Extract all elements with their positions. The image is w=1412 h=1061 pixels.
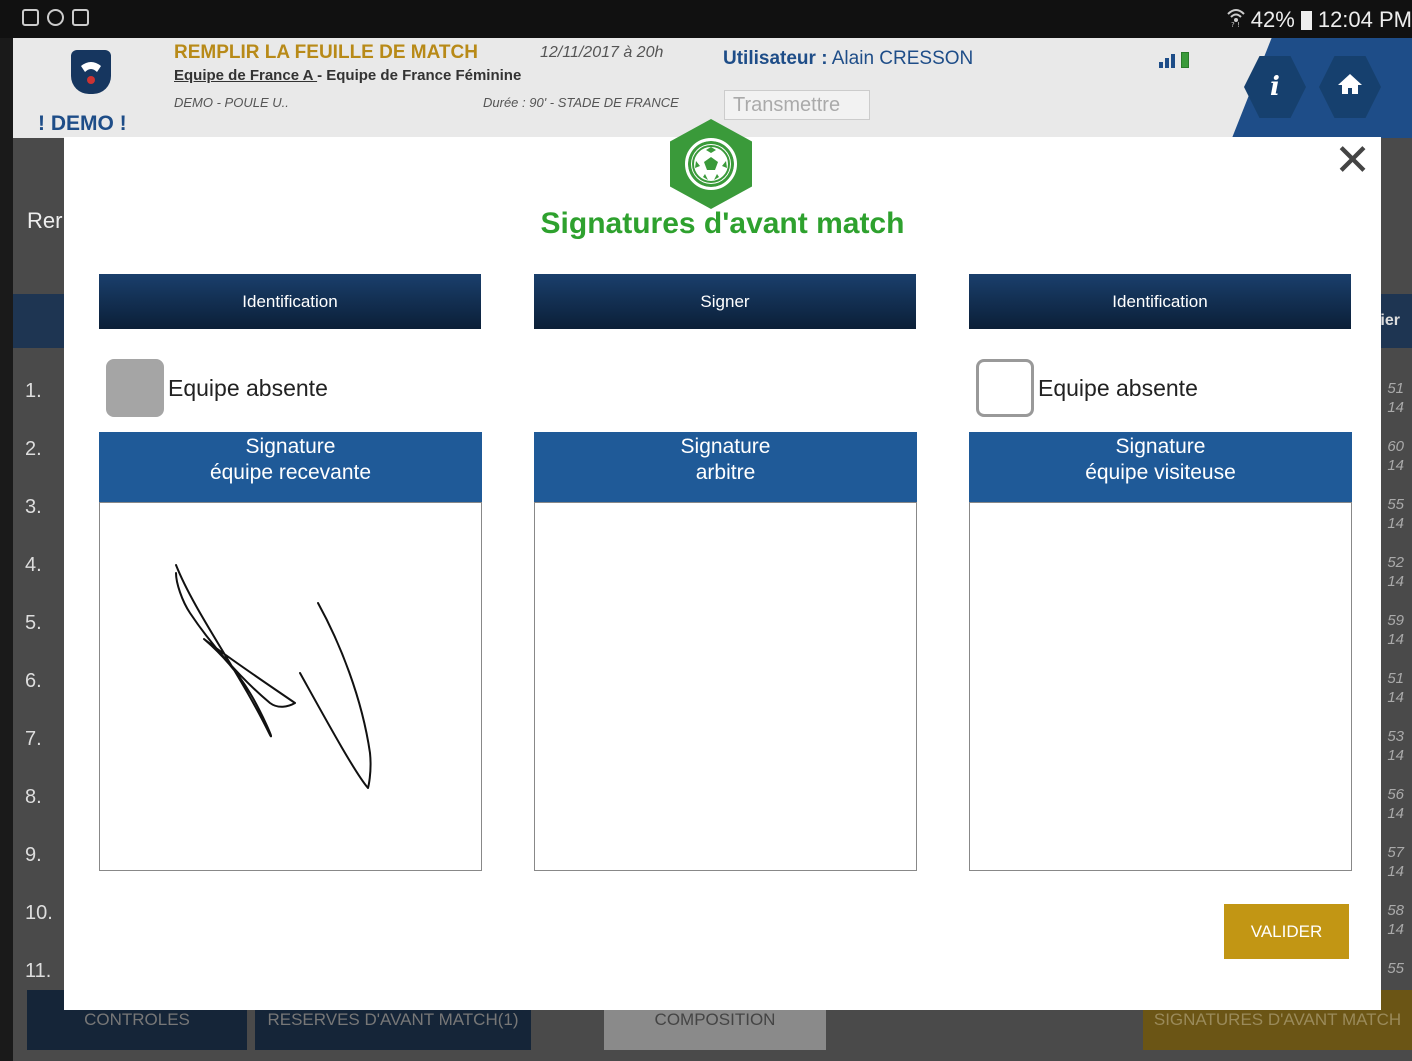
- player-row-number: 5.: [25, 612, 42, 634]
- away-absent-toggle[interactable]: Equipe absente: [976, 359, 1198, 417]
- side-value: 51 14: [1387, 670, 1404, 706]
- user-label: Utilisateur :: [723, 48, 828, 69]
- referee-signature-header: Signature arbitre: [534, 432, 917, 502]
- player-row-number: 8.: [25, 786, 42, 808]
- away-identification-button[interactable]: Identification: [969, 274, 1351, 329]
- background-title-fragment: Rer: [27, 208, 63, 233]
- referee-signature-pad[interactable]: [534, 502, 917, 871]
- mail-icon: [72, 9, 89, 26]
- user-name: Alain CRESSON: [827, 48, 974, 69]
- competition-poule: DEMO - POULE U..: [174, 95, 289, 110]
- modal-title: Signatures d'avant match: [540, 207, 905, 240]
- status-right: ? ! 42% 12:04 PM: [1227, 6, 1412, 34]
- info-icon: i: [1270, 72, 1280, 102]
- player-row-number: 2.: [25, 438, 42, 460]
- match-date: 12/11/2017 à 20h: [540, 44, 664, 61]
- device-battery-icon: [1181, 52, 1189, 68]
- tablet-screen: ? ! 42% 12:04 PM ! DEMO ! REMPLIR LA FEU…: [0, 0, 1412, 1061]
- logo-area: ! DEMO !: [13, 38, 163, 138]
- match-duration: Durée : 90' - STADE DE FRANCE: [483, 95, 679, 110]
- player-row-number: 4.: [25, 554, 42, 576]
- demo-label: ! DEMO !: [38, 112, 127, 135]
- signature-subtitle: équipe recevante: [209, 461, 372, 484]
- close-icon[interactable]: ✕: [1334, 139, 1371, 183]
- side-value: 56 14: [1387, 786, 1404, 822]
- player-row-number: 7.: [25, 728, 42, 750]
- user-info: Utilisateur : Alain CRESSON: [723, 48, 973, 70]
- svg-text:? !: ? !: [1231, 21, 1240, 28]
- notification-icons: [22, 9, 89, 26]
- player-row-number: 11.: [25, 960, 52, 982]
- signal-bars-icon: [1159, 54, 1175, 68]
- wifi-icon: ? !: [1227, 6, 1245, 34]
- home-signature-stroke: [175, 564, 372, 789]
- background-column-fragment: ier: [1380, 312, 1400, 329]
- away-absent-checkbox[interactable]: [976, 359, 1034, 417]
- side-value: 58 14: [1387, 902, 1404, 938]
- home-icon: [1337, 72, 1363, 103]
- signature-title: Signature: [1115, 435, 1206, 458]
- away-team: Equipe de France Féminine: [326, 67, 522, 84]
- signature-title: Signature: [680, 435, 771, 458]
- home-absent-checkbox[interactable]: [106, 359, 164, 417]
- side-value: 55 14: [1387, 496, 1404, 532]
- transmit-button[interactable]: Transmettre: [724, 90, 870, 120]
- battery-percent: 42%: [1250, 7, 1295, 32]
- away-signature-pad[interactable]: [969, 502, 1352, 871]
- connection-status: [1159, 52, 1189, 68]
- validate-button[interactable]: VALIDER: [1224, 904, 1349, 959]
- signature-subtitle: équipe visiteuse: [1085, 461, 1236, 484]
- fff-logo: [71, 50, 111, 94]
- side-value: 57 14: [1387, 844, 1404, 880]
- side-value: 60 14: [1387, 438, 1404, 474]
- battery-icon: [1300, 10, 1312, 30]
- home-absent-label: Equipe absente: [168, 374, 328, 401]
- player-row-number: 6.: [25, 670, 42, 692]
- referee-sign-button[interactable]: Signer: [534, 274, 916, 329]
- player-row-number: 9.: [25, 844, 42, 866]
- clock: 12:04 PM: [1317, 7, 1412, 32]
- signature-title: Signature: [245, 435, 336, 458]
- football-icon: [685, 138, 737, 190]
- home-signature-header: Signature équipe recevante: [99, 432, 482, 502]
- home-absent-toggle[interactable]: Equipe absente: [106, 359, 328, 417]
- player-row-number: 10.: [25, 902, 53, 924]
- away-absent-label: Equipe absente: [1038, 374, 1198, 401]
- side-value: 53 14: [1387, 728, 1404, 764]
- side-value: 52 14: [1387, 554, 1404, 590]
- sync-icon: [47, 9, 64, 26]
- side-value: 55: [1387, 960, 1404, 977]
- page-title: REMPLIR LA FEUILLE DE MATCH: [174, 42, 478, 63]
- player-row-number: 1.: [25, 380, 42, 402]
- teams-separator: -: [317, 67, 327, 84]
- home-signature-pad[interactable]: [99, 502, 482, 871]
- home-identification-button[interactable]: Identification: [99, 274, 481, 329]
- match-teams: Equipe de France A - Equipe de France Fé…: [174, 67, 521, 84]
- signatures-modal: ✕ Signatures d'avant match Identificatio…: [64, 119, 1381, 1010]
- android-status-bar: ? ! 42% 12:04 PM: [0, 0, 1412, 38]
- screenshot-icon: [22, 9, 39, 26]
- side-value: 59 14: [1387, 612, 1404, 648]
- player-row-number: 3.: [25, 496, 42, 518]
- home-team-link[interactable]: Equipe de France A: [174, 67, 317, 84]
- away-signature-header: Signature équipe visiteuse: [969, 432, 1352, 502]
- signature-subtitle: arbitre: [695, 461, 756, 484]
- side-value: 51 14: [1387, 380, 1404, 416]
